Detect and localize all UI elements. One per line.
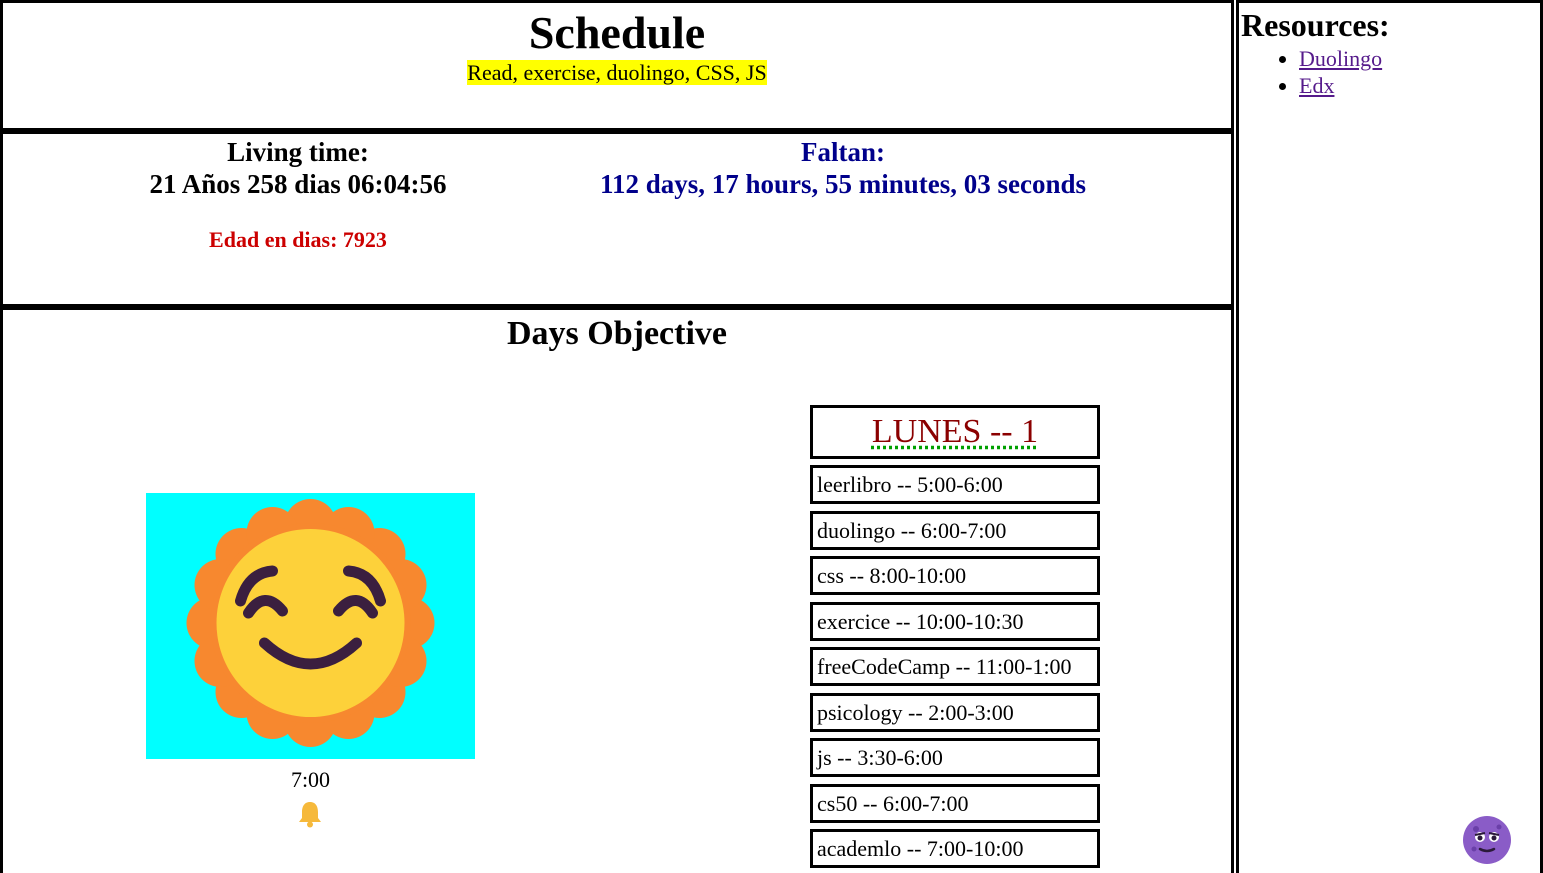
header-section: Schedule Read, exercise, duolingo, CSS, … (0, 0, 1234, 131)
time-section: Living time: 21 Años 258 dias 06:04:56 E… (0, 131, 1234, 307)
resources-title: Resources: (1241, 7, 1390, 43)
task-item: freeCodeCamp -- 11:00-1:00 (810, 647, 1100, 686)
task-item: psicology -- 2:00-3:00 (810, 692, 1100, 732)
countdown-block: Faltan: 112 days, 17 hours, 55 minutes, … (548, 136, 1138, 200)
task-item: cs50 -- 6:00-7:00 (810, 783, 1100, 823)
objective-section: Days Objective 7:00 LUNES -- 1 leerlibro… (0, 307, 1234, 873)
page: Schedule Read, exercise, duolingo, CSS, … (0, 0, 1543, 873)
page-title: Schedule (528, 7, 706, 58)
page-subtitle: Read, exercise, duolingo, CSS, JS (467, 60, 767, 85)
edx-link[interactable]: Edx (1299, 73, 1334, 98)
resource-item-edx: Edx (1299, 72, 1382, 99)
task-item: css -- 8:00-10:00 (810, 556, 1100, 595)
task-item: leerlibro -- 5:00-6:00 (810, 465, 1100, 504)
living-time-label: Living time: (227, 137, 369, 167)
task-item: duolingo -- 6:00-7:00 (810, 510, 1100, 550)
purple-face-icon[interactable] (1462, 815, 1512, 865)
task-item: js -- 3:30-6:00 (810, 738, 1100, 777)
duolingo-link[interactable]: Duolingo (1299, 46, 1382, 71)
task-item: academlo -- 7:00-10:00 (810, 829, 1100, 868)
countdown-label: Faltan: (801, 137, 885, 167)
living-time-value: 21 Años 258 dias 06:04:56 (149, 169, 447, 199)
day-header: LUNES -- 1 (810, 405, 1100, 459)
day-header-label: LUNES -- 1 (871, 413, 1039, 450)
resource-item-duolingo: Duolingo (1299, 45, 1382, 72)
subtitle-wrap: Read, exercise, duolingo, CSS, JS (3, 59, 1231, 87)
bell-icon[interactable] (297, 800, 323, 828)
resources-sidebar: Resources: Duolingo Edx (1236, 0, 1543, 873)
living-time-block: Living time: 21 Años 258 dias 06:04:56 (3, 136, 593, 200)
alarm-time: 7:00 (290, 767, 331, 792)
main-content: Schedule Read, exercise, duolingo, CSS, … (0, 0, 1234, 873)
resources-list: Duolingo Edx (1279, 45, 1382, 99)
task-item: exercice -- 10:00-10:30 (810, 601, 1100, 641)
age-in-days: Edad en dias: 7923 (209, 227, 387, 252)
objective-title: Days Objective (506, 315, 727, 352)
smiling-sun-icon (146, 493, 475, 759)
task-list: leerlibro -- 5:00-6:00 duolingo -- 6:00-… (810, 465, 1100, 873)
countdown-value: 112 days, 17 hours, 55 minutes, 03 secon… (599, 169, 1087, 199)
